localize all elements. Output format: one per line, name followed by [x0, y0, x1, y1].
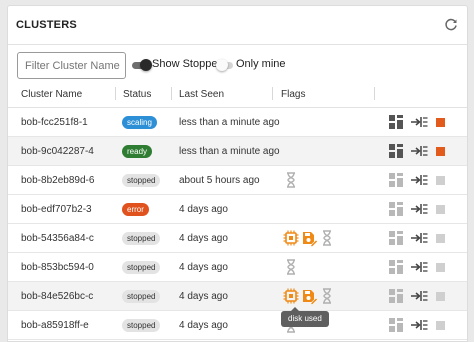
- status-badge: stopped: [122, 319, 161, 332]
- stop-icon[interactable]: [436, 205, 445, 214]
- cluster-name: bob-84e526bc-c: [21, 291, 94, 302]
- stop-icon[interactable]: [436, 263, 445, 272]
- disk-edit-icon[interactable]: [301, 229, 318, 247]
- refresh-icon[interactable]: [444, 18, 458, 32]
- last-seen: less than a minute ago: [179, 117, 280, 128]
- layout-icon[interactable]: [389, 260, 403, 274]
- disk-used-tooltip: disk used: [281, 307, 329, 327]
- table-row[interactable]: bob-9c042287-4 ready less than a minute ag…: [8, 137, 467, 166]
- panel-header: CLUSTERS: [8, 6, 467, 45]
- clusters-table: Cluster Name Status Last Seen Flags bob-…: [8, 81, 467, 340]
- status-badge: stopped: [122, 174, 161, 187]
- column-header-status[interactable]: Status: [123, 89, 151, 100]
- cluster-name: bob-9c042287-4: [21, 146, 94, 157]
- table-row[interactable]: bob-54356a84-c stopped 4 days ago: [8, 224, 467, 253]
- cluster-name: bob-a85918ff-e: [21, 320, 89, 331]
- layout-icon[interactable]: [389, 173, 403, 187]
- export-icon[interactable]: [410, 115, 428, 129]
- last-seen: 4 days ago: [179, 262, 228, 273]
- stop-icon[interactable]: [436, 176, 445, 185]
- cluster-name: bob-853bc594-0: [21, 262, 94, 273]
- cluster-name: bob-fcc251f8-1: [21, 117, 88, 128]
- last-seen: 4 days ago: [179, 204, 228, 215]
- column-divider: [374, 87, 375, 100]
- export-icon[interactable]: [410, 202, 428, 216]
- cpu-icon[interactable]: [283, 229, 299, 247]
- panel-title: CLUSTERS: [16, 19, 77, 31]
- table-row[interactable]: bob-fcc251f8-1 scaling less than a minute …: [8, 108, 467, 137]
- table-row[interactable]: bob-edf707b2-3 error 4 days ago: [8, 195, 467, 224]
- disk-edit-icon[interactable]: [301, 287, 318, 305]
- export-icon[interactable]: [410, 260, 428, 274]
- toggle-knob: [140, 59, 152, 71]
- table-body: bob-fcc251f8-1 scaling less than a minute …: [8, 108, 467, 340]
- stop-icon[interactable]: [436, 292, 445, 301]
- status-badge: scaling: [122, 116, 157, 129]
- layout-icon[interactable]: [389, 318, 403, 332]
- stop-icon[interactable]: [436, 118, 445, 127]
- tooltip-arrow: [291, 307, 299, 311]
- hourglass-icon[interactable]: [319, 229, 335, 247]
- toggle-knob: [216, 59, 228, 71]
- status-badge: error: [122, 203, 149, 216]
- last-seen: less than a minute ago: [179, 146, 280, 157]
- column-header-name[interactable]: Cluster Name: [21, 89, 82, 100]
- only-mine-label: Only mine: [236, 58, 286, 70]
- export-icon[interactable]: [410, 289, 428, 303]
- hourglass-icon[interactable]: [283, 171, 299, 189]
- column-divider: [171, 87, 172, 100]
- layout-icon[interactable]: [389, 202, 403, 216]
- table-row[interactable]: bob-84e526bc-c stopped 4 days ago: [8, 282, 467, 311]
- status-badge: ready: [122, 145, 153, 158]
- hourglass-icon[interactable]: [283, 258, 299, 276]
- tooltip-text: disk used: [288, 314, 322, 323]
- stop-icon[interactable]: [436, 147, 445, 156]
- stop-icon[interactable]: [436, 321, 445, 330]
- layout-icon[interactable]: [389, 231, 403, 245]
- table-row[interactable]: bob-a85918ff-e stopped 4 days ago: [8, 311, 467, 340]
- export-icon[interactable]: [410, 231, 428, 245]
- export-icon[interactable]: [410, 144, 428, 158]
- column-divider: [272, 87, 273, 100]
- cpu-icon[interactable]: [283, 287, 299, 305]
- layout-icon[interactable]: [389, 144, 403, 158]
- layout-icon[interactable]: [389, 289, 403, 303]
- clusters-panel: CLUSTERS Show Stopped Only mine Cluster …: [7, 5, 468, 342]
- export-icon[interactable]: [410, 318, 428, 332]
- export-icon[interactable]: [410, 173, 428, 187]
- last-seen: about 5 hours ago: [179, 175, 260, 186]
- cluster-name: bob-8b2eb89d-6: [21, 175, 95, 186]
- column-header-last-seen[interactable]: Last Seen: [179, 89, 224, 100]
- table-row[interactable]: bob-853bc594-0 stopped 4 days ago: [8, 253, 467, 282]
- stop-icon[interactable]: [436, 234, 445, 243]
- table-row[interactable]: bob-8b2eb89d-6 stopped about 5 hours ago: [8, 166, 467, 195]
- column-header-flags[interactable]: Flags: [281, 89, 305, 100]
- table-header: Cluster Name Status Last Seen Flags: [8, 81, 467, 108]
- status-badge: stopped: [122, 261, 161, 274]
- last-seen: 4 days ago: [179, 291, 228, 302]
- last-seen: 4 days ago: [179, 233, 228, 244]
- status-badge: stopped: [122, 290, 161, 303]
- show-stopped-toggle[interactable]: Show Stopped: [132, 58, 224, 72]
- cluster-name: bob-54356a84-c: [21, 233, 94, 244]
- only-mine-toggle[interactable]: Only mine: [216, 58, 288, 72]
- status-badge: stopped: [122, 232, 161, 245]
- show-stopped-label: Show Stopped: [152, 58, 224, 70]
- layout-icon[interactable]: [389, 115, 403, 129]
- cluster-name: bob-edf707b2-3: [21, 204, 92, 215]
- last-seen: 4 days ago: [179, 320, 228, 331]
- hourglass-icon[interactable]: [319, 287, 335, 305]
- filter-cluster-name-input[interactable]: [17, 52, 126, 79]
- column-divider: [115, 87, 116, 100]
